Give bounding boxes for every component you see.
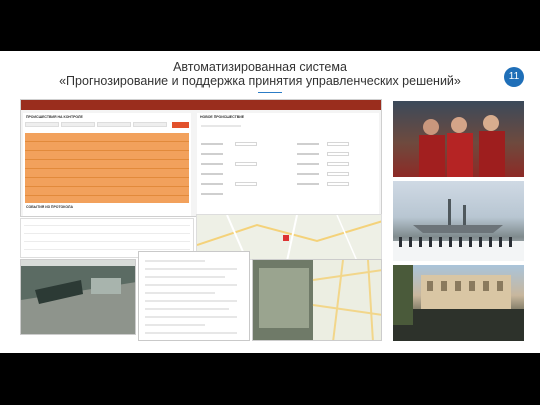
form-field	[235, 142, 257, 146]
form-line	[145, 268, 237, 270]
incident-form-screenshot	[138, 251, 250, 341]
form-line	[145, 292, 215, 294]
form-label	[297, 163, 319, 165]
camera-scene-2	[253, 260, 381, 340]
form-label	[201, 153, 223, 155]
form-line	[201, 125, 241, 127]
event-row	[24, 241, 190, 242]
form-line	[145, 260, 205, 262]
table-row-divider	[25, 168, 189, 169]
ship-scene	[393, 199, 524, 261]
event-row	[24, 249, 190, 250]
form-line	[145, 308, 229, 310]
page-number-badge: 11	[504, 67, 524, 87]
incidents-panel: ПРОИСШЕСТВИЯ НА КОНТРОЛЕ СОБЫТИЯ ИЗ ПРОТ…	[23, 113, 191, 216]
form-label	[201, 183, 223, 185]
football-players-photo	[393, 101, 524, 177]
title-underline	[258, 92, 282, 93]
form-label	[297, 173, 319, 175]
form-label	[297, 143, 319, 145]
table-row-divider	[25, 159, 189, 160]
camera-feed-2	[252, 259, 382, 341]
slide-title-line1: Автоматизированная система	[173, 60, 347, 74]
form-line	[145, 324, 205, 326]
form-field	[327, 152, 349, 156]
form-line	[145, 284, 237, 286]
form-field	[327, 182, 349, 186]
filter-field	[133, 122, 167, 127]
form-line	[145, 300, 237, 302]
table-row-divider	[25, 141, 189, 142]
event-row	[24, 233, 190, 234]
table-row-divider	[25, 177, 189, 178]
form-label	[201, 193, 223, 195]
app-topbar	[21, 100, 381, 110]
form-label	[201, 143, 223, 145]
form-field	[327, 162, 349, 166]
form-line	[145, 276, 225, 278]
incidents-panel-title: ПРОИСШЕСТВИЯ НА КОНТРОЛЕ	[26, 115, 83, 119]
crowd-event-photo	[393, 265, 524, 341]
camera-feed-1	[20, 259, 136, 335]
form-field	[235, 182, 257, 186]
filter-field	[25, 122, 59, 127]
camera-scene-1	[21, 260, 135, 334]
filter-apply-button	[172, 122, 189, 128]
form-line	[145, 316, 237, 318]
app-screenshot-main: ПРОИСШЕСТВИЯ НА КОНТРОЛЕ СОБЫТИЯ ИЗ ПРОТ…	[20, 99, 382, 217]
crowd-scene	[393, 265, 524, 341]
form-field	[235, 162, 257, 166]
form-label	[297, 153, 319, 155]
form-line	[145, 332, 237, 334]
presentation-slide: Автоматизированная система «Прогнозирова…	[0, 51, 540, 353]
form-field	[327, 142, 349, 146]
filter-field	[61, 122, 95, 127]
form-label	[297, 183, 319, 185]
events-panel-title: СОБЫТИЯ ИЗ ПРОТОКОЛА	[26, 205, 73, 209]
form-field	[327, 172, 349, 176]
naval-parade-photo	[393, 181, 524, 261]
incidents-filters	[25, 122, 189, 129]
new-incident-form: НОВОЕ ПРОИСШЕСТВИЕ	[197, 113, 379, 216]
form-label	[201, 163, 223, 165]
incidents-table	[25, 133, 189, 203]
table-row-divider	[25, 186, 189, 187]
table-row-divider	[25, 195, 189, 196]
table-row-divider	[25, 150, 189, 151]
form-label	[201, 173, 223, 175]
players-silhouettes	[419, 115, 505, 177]
filter-field	[97, 122, 131, 127]
new-incident-title: НОВОЕ ПРОИСШЕСТВИЕ	[200, 115, 245, 119]
slide-title-line2: «Прогнозирование и поддержка принятия уп…	[59, 74, 461, 88]
event-row	[24, 225, 190, 226]
